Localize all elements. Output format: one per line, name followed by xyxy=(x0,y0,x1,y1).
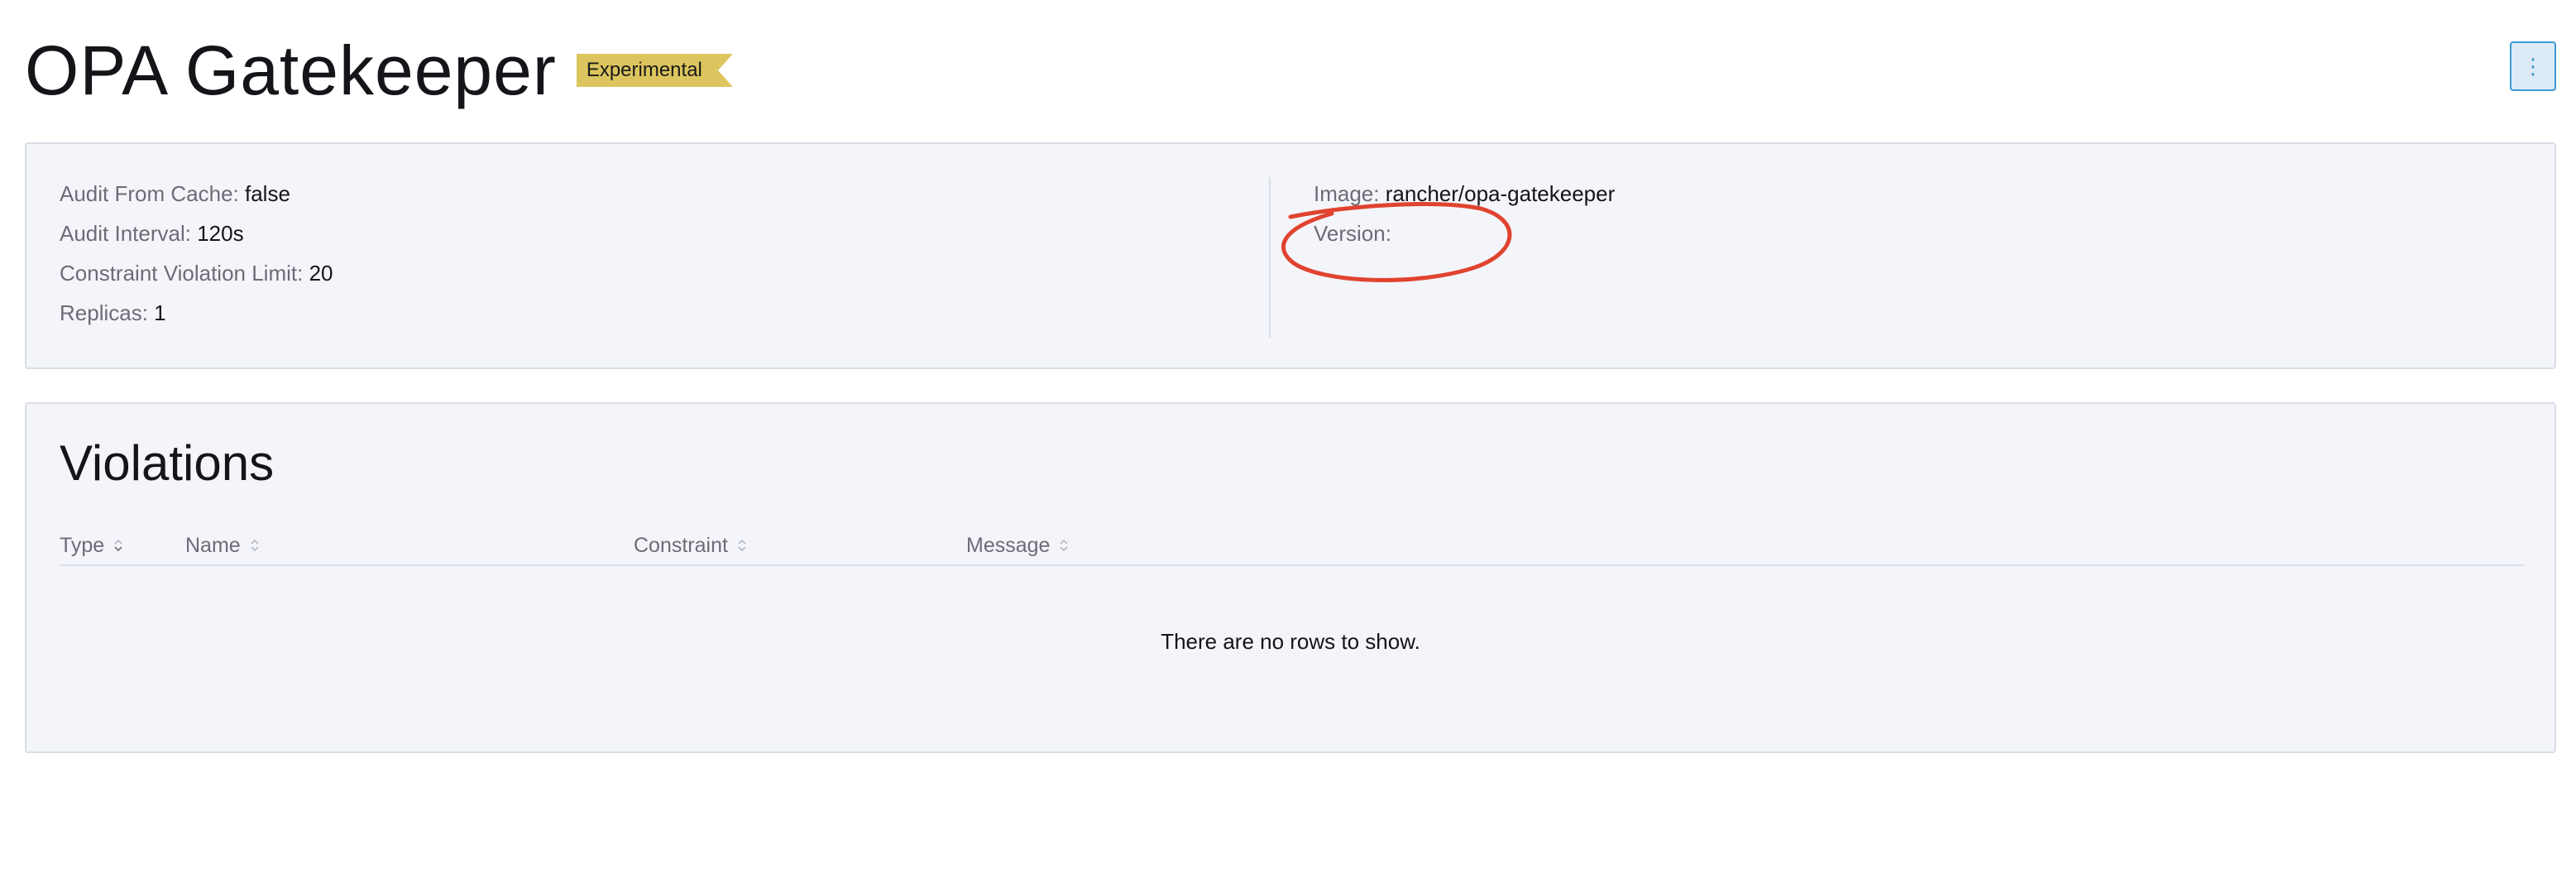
sort-icon xyxy=(1058,537,1070,554)
empty-table-message: There are no rows to show. xyxy=(1161,629,1420,654)
more-actions-button[interactable]: ⋮ xyxy=(2510,41,2556,91)
page-title: OPA Gatekeeper xyxy=(25,31,557,109)
violations-table-header: Type Name Constraint Message xyxy=(60,526,2525,566)
column-label: Message xyxy=(966,533,1051,557)
column-divider xyxy=(1269,177,1271,338)
info-value: rancher/opa-gatekeeper xyxy=(1385,181,1616,206)
sort-icon xyxy=(113,537,124,554)
column-header-type[interactable]: Type xyxy=(60,526,124,564)
info-image: Image: rancher/opa-gatekeeper xyxy=(1314,174,1615,214)
violations-panel: Violations Type Name Constraint Message … xyxy=(25,402,2556,753)
info-value: 1 xyxy=(154,300,166,325)
info-audit-interval: Audit Interval: 120s xyxy=(60,214,333,253)
column-label: Constraint xyxy=(634,533,728,557)
info-label: Constraint Violation Limit: xyxy=(60,261,304,286)
info-version: Version: xyxy=(1314,214,1615,253)
page: OPA Gatekeeper Experimental ⋮ Audit From… xyxy=(0,0,2576,874)
column-header-name[interactable]: Name xyxy=(185,526,261,564)
page-header: OPA Gatekeeper Experimental xyxy=(25,25,733,116)
sort-icon xyxy=(249,537,261,554)
info-label: Replicas: xyxy=(60,300,148,325)
info-replicas: Replicas: 1 xyxy=(60,293,333,333)
info-panel: Audit From Cache: false Audit Interval: … xyxy=(25,142,2556,369)
info-constraint-violation-limit: Constraint Violation Limit: 20 xyxy=(60,253,333,293)
experimental-badge: Experimental xyxy=(576,54,733,87)
more-vertical-icon: ⋮ xyxy=(2522,54,2544,79)
info-column-left: Audit From Cache: false Audit Interval: … xyxy=(60,174,333,333)
info-audit-from-cache: Audit From Cache: false xyxy=(60,174,333,214)
info-label: Audit From Cache: xyxy=(60,181,239,206)
info-value: false xyxy=(244,181,290,206)
column-header-message[interactable]: Message xyxy=(966,526,1070,564)
column-header-constraint[interactable]: Constraint xyxy=(634,526,748,564)
violations-title: Violations xyxy=(60,435,275,491)
column-label: Name xyxy=(185,533,241,557)
info-label: Audit Interval: xyxy=(60,221,191,246)
info-value: 120s xyxy=(197,221,244,246)
info-label: Version: xyxy=(1314,221,1391,246)
info-value: 20 xyxy=(309,261,333,286)
column-label: Type xyxy=(60,533,105,557)
info-column-right: Image: rancher/opa-gatekeeper Version: xyxy=(1314,174,1615,253)
sort-icon xyxy=(736,537,748,554)
info-label: Image: xyxy=(1314,181,1380,206)
